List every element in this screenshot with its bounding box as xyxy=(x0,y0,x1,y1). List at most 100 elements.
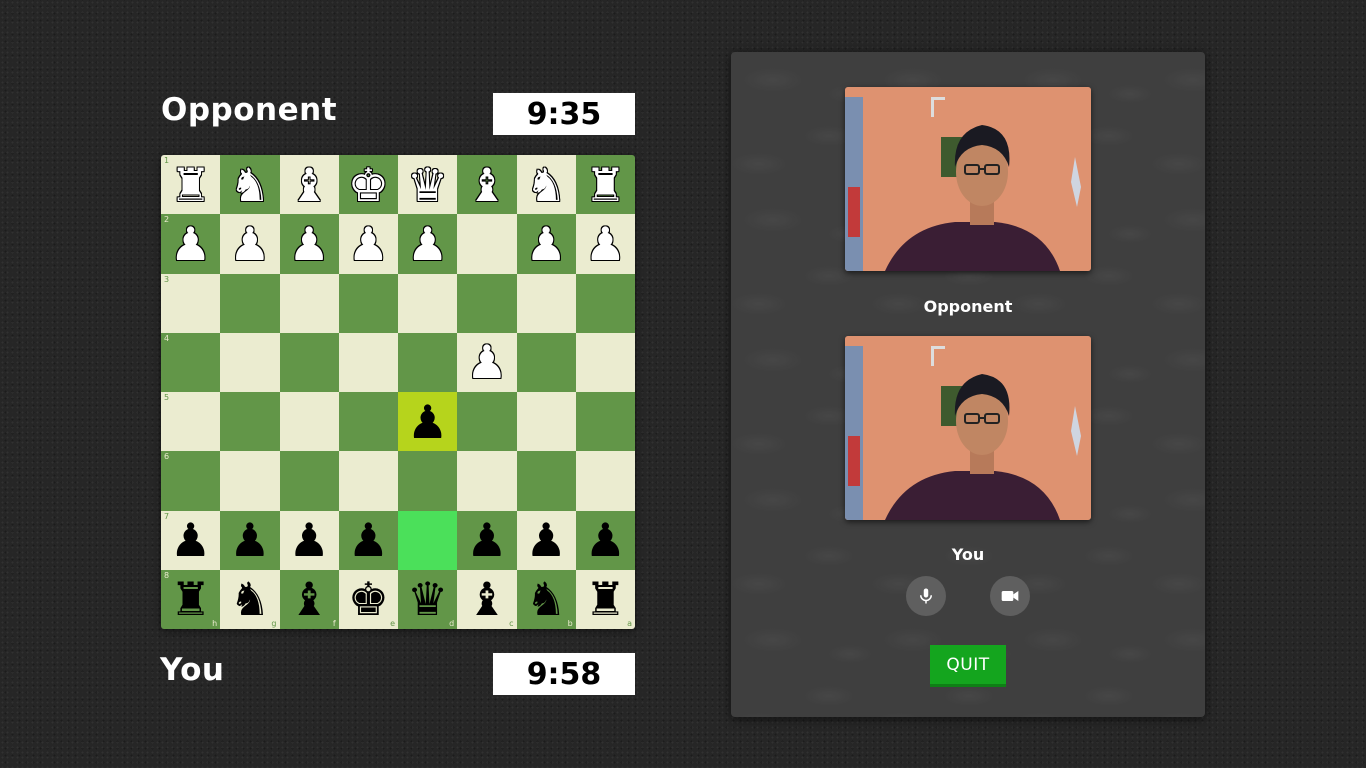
square-g2[interactable]: ♟ xyxy=(220,214,280,274)
square-b5[interactable] xyxy=(516,392,576,452)
square-c1[interactable]: ♝ xyxy=(457,155,517,215)
square-d1[interactable]: ♛ xyxy=(398,155,458,215)
square-b6[interactable] xyxy=(516,451,576,511)
square-e3[interactable] xyxy=(338,273,398,333)
white-pawn-piece[interactable]: ♟ xyxy=(229,221,270,267)
square-d7[interactable] xyxy=(398,510,458,570)
square-b2[interactable]: ♟ xyxy=(516,214,576,274)
square-f1[interactable]: ♝ xyxy=(279,155,339,215)
square-a7[interactable]: ♟ xyxy=(575,510,635,570)
mic-toggle-button[interactable] xyxy=(906,576,946,616)
square-c8[interactable]: c ♝ xyxy=(457,569,517,629)
square-h8[interactable]: 8 h ♜ xyxy=(161,569,221,629)
square-h4[interactable]: 4 xyxy=(161,332,221,392)
square-c5[interactable] xyxy=(457,392,517,452)
white-pawn-piece[interactable]: ♟ xyxy=(289,221,330,267)
black-bishop-piece[interactable]: ♝ xyxy=(289,576,330,622)
square-e4[interactable] xyxy=(338,332,398,392)
square-e2[interactable]: ♟ xyxy=(338,214,398,274)
black-pawn-piece[interactable]: ♟ xyxy=(170,517,211,563)
square-f6[interactable] xyxy=(279,451,339,511)
square-c4[interactable]: ♟ xyxy=(457,332,517,392)
square-c2[interactable] xyxy=(457,214,517,274)
square-a1[interactable]: ♜ xyxy=(575,155,635,215)
square-f7[interactable]: ♟ xyxy=(279,510,339,570)
black-knight-piece[interactable]: ♞ xyxy=(526,576,567,622)
black-pawn-piece[interactable]: ♟ xyxy=(229,517,270,563)
square-d4[interactable] xyxy=(398,332,458,392)
square-f5[interactable] xyxy=(279,392,339,452)
black-pawn-piece[interactable]: ♟ xyxy=(466,517,507,563)
white-pawn-piece[interactable]: ♟ xyxy=(466,339,507,385)
white-pawn-piece[interactable]: ♟ xyxy=(170,221,211,267)
square-h7[interactable]: 7 ♟ xyxy=(161,510,221,570)
square-c7[interactable]: ♟ xyxy=(457,510,517,570)
white-king-piece[interactable]: ♚ xyxy=(348,162,389,208)
square-d3[interactable] xyxy=(398,273,458,333)
square-g8[interactable]: g ♞ xyxy=(220,569,280,629)
white-pawn-piece[interactable]: ♟ xyxy=(407,221,448,267)
square-b7[interactable]: ♟ xyxy=(516,510,576,570)
square-a6[interactable] xyxy=(575,451,635,511)
white-rook-piece[interactable]: ♜ xyxy=(585,162,626,208)
square-c3[interactable] xyxy=(457,273,517,333)
black-queen-piece[interactable]: ♛ xyxy=(407,576,448,622)
square-f4[interactable] xyxy=(279,332,339,392)
black-pawn-piece[interactable]: ♟ xyxy=(407,399,448,445)
square-f2[interactable]: ♟ xyxy=(279,214,339,274)
black-pawn-piece[interactable]: ♟ xyxy=(348,517,389,563)
square-g4[interactable] xyxy=(220,332,280,392)
square-h5[interactable]: 5 xyxy=(161,392,221,452)
square-e7[interactable]: ♟ xyxy=(338,510,398,570)
black-rook-piece[interactable]: ♜ xyxy=(170,576,211,622)
square-a3[interactable] xyxy=(575,273,635,333)
square-d8[interactable]: d ♛ xyxy=(398,569,458,629)
white-rook-piece[interactable]: ♜ xyxy=(170,162,211,208)
square-a8[interactable]: a ♜ xyxy=(575,569,635,629)
square-b4[interactable] xyxy=(516,332,576,392)
square-g5[interactable] xyxy=(220,392,280,452)
black-knight-piece[interactable]: ♞ xyxy=(229,576,270,622)
chess-board[interactable]: 1 ♜ ♞ ♝ ♚ ♛ ♝ ♞ ♜ 2 ♟ ♟ ♟ ♟ ♟ ♟ ♟ 3 4 ♟ 5 ♟ 6 7 ♟ ♟ ♟ ♟ ♟ ♟ ♟ 8 h ♜ g ♞ f ♝ e ♚… xyxy=(161,155,635,629)
square-a4[interactable] xyxy=(575,332,635,392)
square-b1[interactable]: ♞ xyxy=(516,155,576,215)
square-g7[interactable]: ♟ xyxy=(220,510,280,570)
white-queen-piece[interactable]: ♛ xyxy=(407,162,448,208)
square-f8[interactable]: f ♝ xyxy=(279,569,339,629)
white-bishop-piece[interactable]: ♝ xyxy=(466,162,507,208)
black-king-piece[interactable]: ♚ xyxy=(348,576,389,622)
square-g6[interactable] xyxy=(220,451,280,511)
square-e5[interactable] xyxy=(338,392,398,452)
square-g3[interactable] xyxy=(220,273,280,333)
square-e6[interactable] xyxy=(338,451,398,511)
camera-toggle-button[interactable] xyxy=(990,576,1030,616)
white-pawn-piece[interactable]: ♟ xyxy=(348,221,389,267)
black-pawn-piece[interactable]: ♟ xyxy=(289,517,330,563)
quit-button[interactable]: QUIT xyxy=(930,645,1006,687)
square-b3[interactable] xyxy=(516,273,576,333)
square-b8[interactable]: b ♞ xyxy=(516,569,576,629)
square-h6[interactable]: 6 xyxy=(161,451,221,511)
square-e1[interactable]: ♚ xyxy=(338,155,398,215)
black-bishop-piece[interactable]: ♝ xyxy=(466,576,507,622)
white-knight-piece[interactable]: ♞ xyxy=(229,162,270,208)
black-pawn-piece[interactable]: ♟ xyxy=(526,517,567,563)
square-h2[interactable]: 2 ♟ xyxy=(161,214,221,274)
square-d5[interactable]: ♟ xyxy=(398,392,458,452)
square-d6[interactable] xyxy=(398,451,458,511)
square-a2[interactable]: ♟ xyxy=(575,214,635,274)
square-d2[interactable]: ♟ xyxy=(398,214,458,274)
white-knight-piece[interactable]: ♞ xyxy=(526,162,567,208)
square-g1[interactable]: ♞ xyxy=(220,155,280,215)
square-e8[interactable]: e ♚ xyxy=(338,569,398,629)
square-h3[interactable]: 3 xyxy=(161,273,221,333)
white-pawn-piece[interactable]: ♟ xyxy=(526,221,567,267)
square-h1[interactable]: 1 ♜ xyxy=(161,155,221,215)
square-f3[interactable] xyxy=(279,273,339,333)
square-c6[interactable] xyxy=(457,451,517,511)
white-bishop-piece[interactable]: ♝ xyxy=(289,162,330,208)
black-pawn-piece[interactable]: ♟ xyxy=(585,517,626,563)
white-pawn-piece[interactable]: ♟ xyxy=(585,221,626,267)
square-a5[interactable] xyxy=(575,392,635,452)
black-rook-piece[interactable]: ♜ xyxy=(585,576,626,622)
